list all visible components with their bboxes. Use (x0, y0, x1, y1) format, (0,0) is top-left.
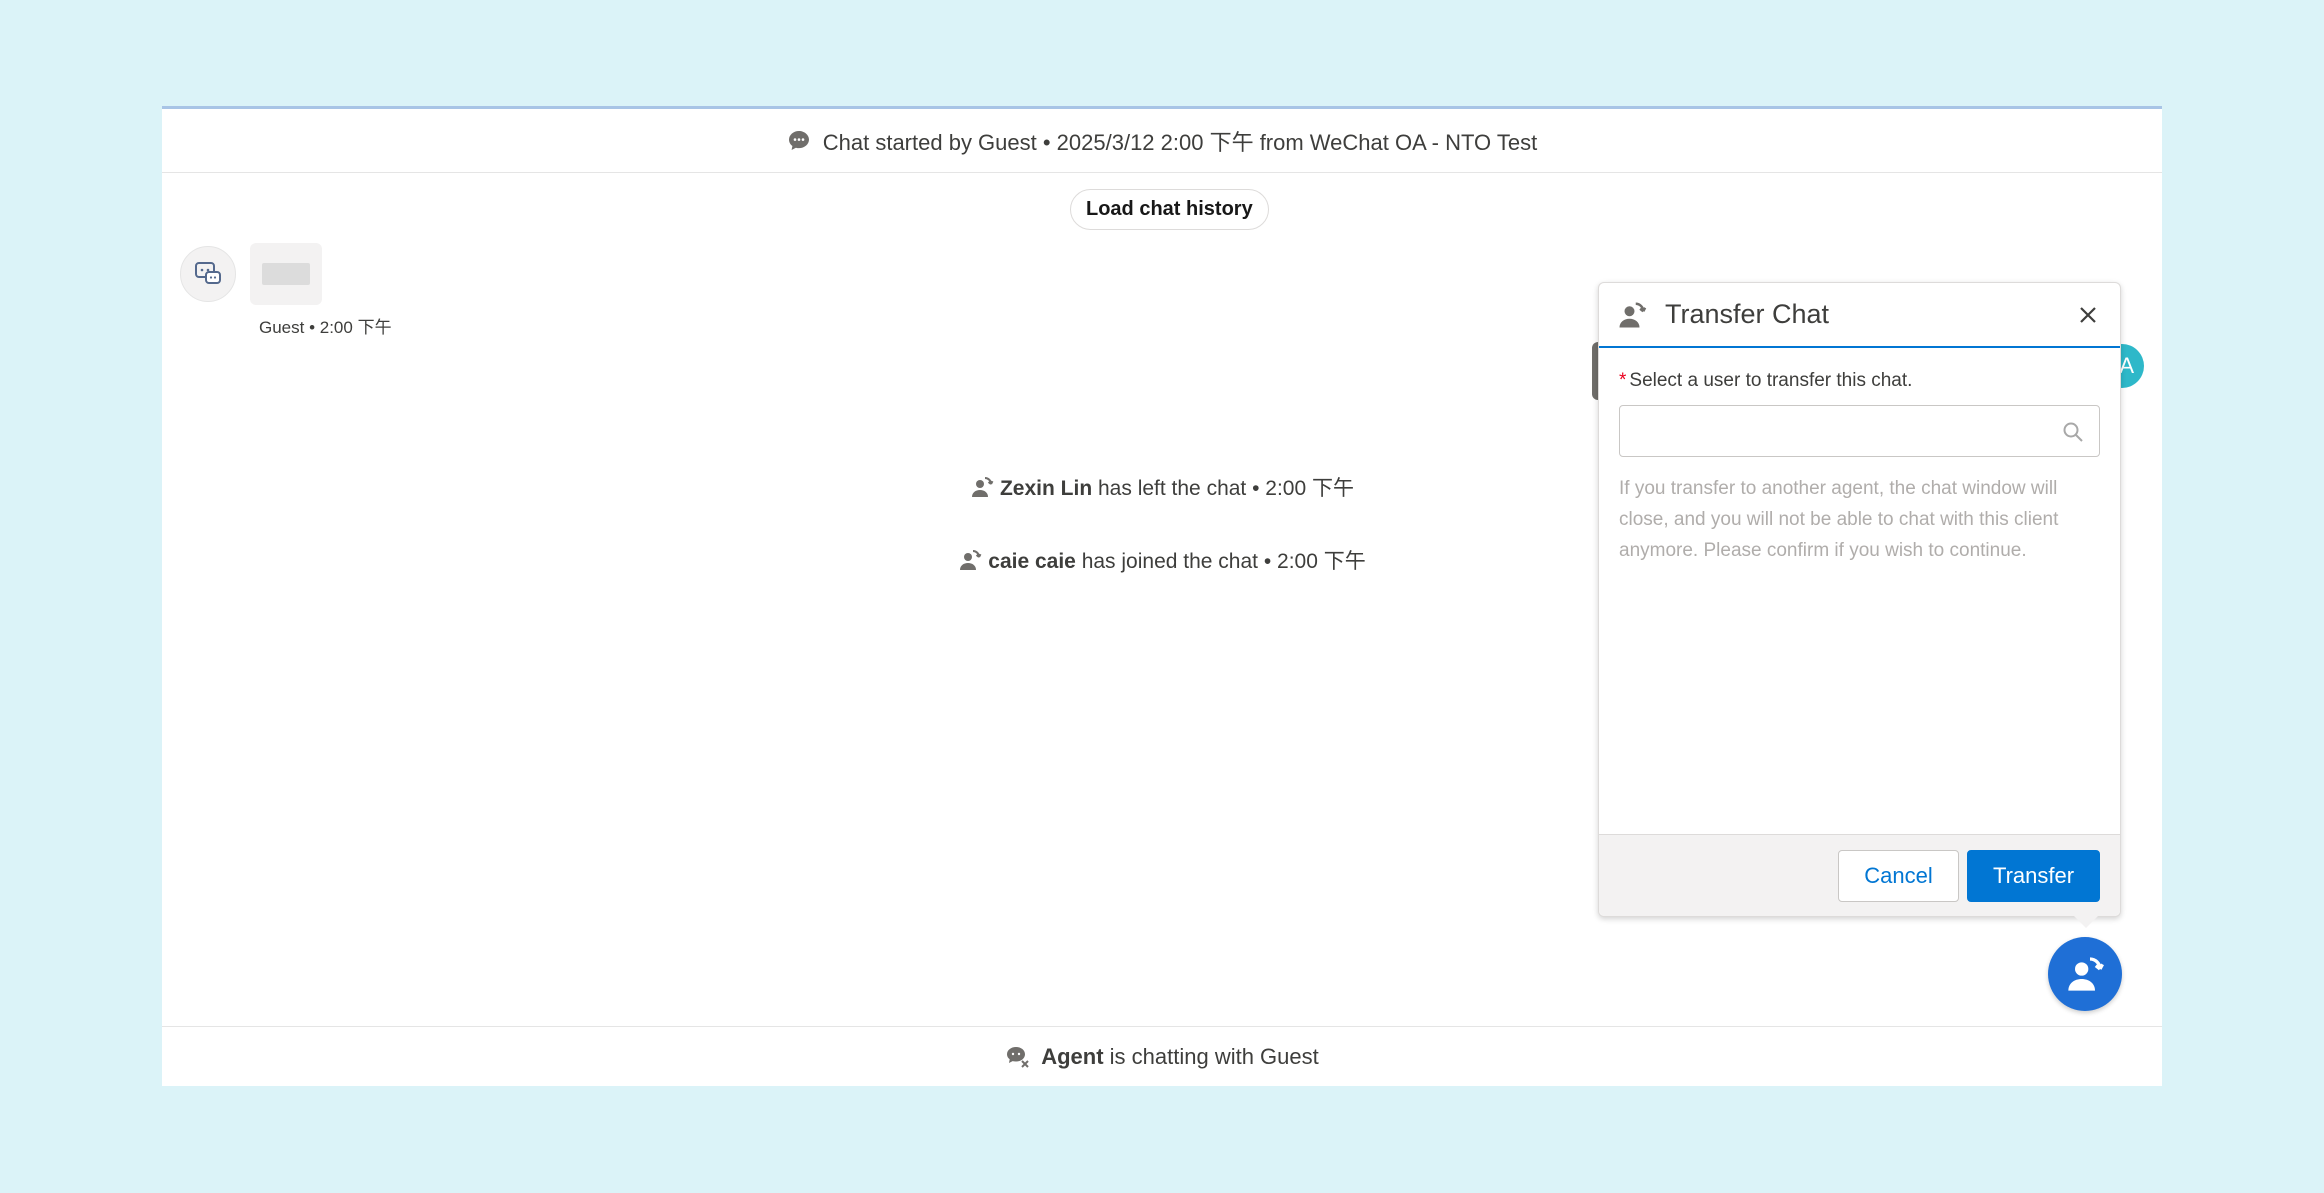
dialog-body: * Select a user to transfer this chat. If… (1599, 348, 2120, 566)
event-text: has left the chat • 2:00 下午 (1092, 477, 1354, 500)
transfer-agent-icon (2068, 957, 2104, 991)
transfer-agent-icon (960, 550, 982, 570)
search-icon (2063, 422, 2083, 442)
transfer-agent-icon (971, 477, 994, 497)
event-text: has joined the chat • 2:00 下午 (1075, 550, 1366, 573)
transfer-agent-icon (1619, 302, 1647, 327)
transfer-chat-fab[interactable] (2048, 937, 2122, 1011)
close-icon (2080, 306, 2096, 323)
event-user-name: caie caie (988, 550, 1076, 573)
select-user-label: * Select a user to transfer this chat. (1619, 370, 2100, 392)
user-search-input[interactable] (1620, 406, 2099, 456)
dialog-title: Transfer Chat (1665, 299, 1830, 329)
chat-header: Chat started by Guest • 2025/3/12 2:00 下… (162, 109, 2162, 173)
dialog-pointer (2072, 914, 2100, 928)
footer-agent-name: Agent (1041, 1043, 1104, 1069)
event-user-name: Zexin Lin (999, 477, 1093, 500)
guest-avatar (180, 246, 236, 302)
cancel-button[interactable]: Cancel (1838, 849, 1959, 902)
chat-bubble-icon (788, 130, 809, 150)
agent-chatting-icon (1007, 1046, 1029, 1068)
guest-message-bubble (250, 243, 322, 305)
chat-started-text: Chat started by Guest • 2025/3/12 2:00 下… (822, 129, 1538, 155)
guest-message-meta: Guest • 2:00 下午 (259, 318, 392, 337)
load-chat-history-button[interactable]: Load chat history (1070, 189, 1269, 230)
footer-status-text: is chatting with Guest (1103, 1043, 1319, 1069)
transfer-warning-note: If you transfer to another agent, the ch… (1619, 478, 2059, 561)
chat-status-footer: Agent is chatting with Guest (162, 1026, 2162, 1086)
transfer-chat-dialog: Transfer Chat * Select a user to transfer… (1598, 282, 2121, 917)
user-search-field[interactable] (1619, 405, 2100, 457)
wechat-chat-icon (195, 262, 221, 284)
required-mark: * (1619, 370, 1627, 391)
transfer-button[interactable]: Transfer (1967, 849, 2100, 902)
dialog-header: Transfer Chat (1599, 283, 2120, 348)
select-user-label-text: Select a user to transfer this chat. (1629, 370, 1913, 391)
close-button[interactable] (2074, 301, 2102, 329)
dialog-footer: Cancel Transfer (1599, 834, 2120, 916)
